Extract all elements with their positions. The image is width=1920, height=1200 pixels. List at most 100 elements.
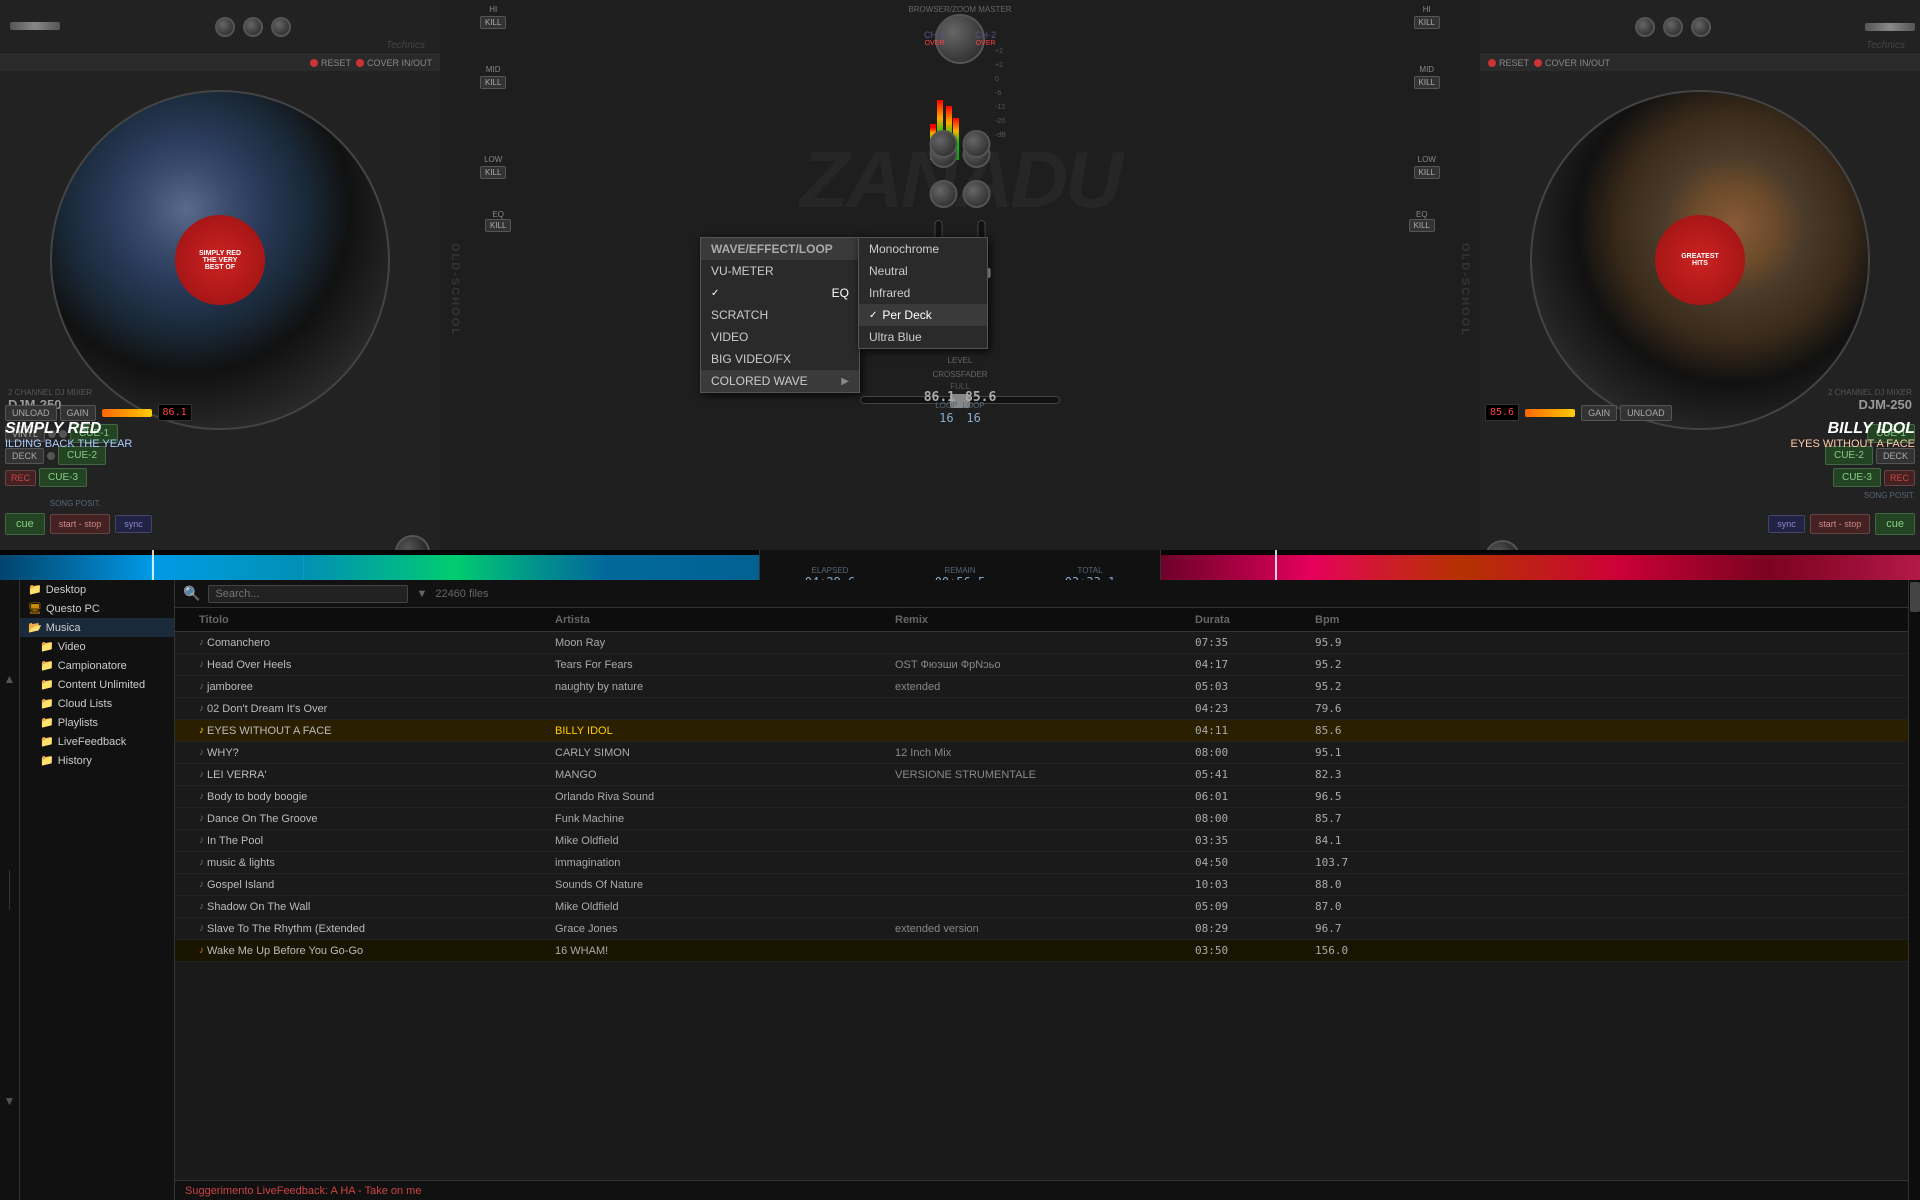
cue3-btn-right[interactable]: CUE-3 — [1833, 468, 1881, 487]
sidebar-item-desktop[interactable]: 📁 Desktop — [20, 580, 174, 599]
search-input[interactable] — [208, 585, 408, 603]
gain-btn-left[interactable]: GAIN — [60, 405, 96, 421]
table-row[interactable]: ♪Shadow On The Wall Mike Oldfield 05:09 … — [175, 896, 1908, 918]
knob-left-2[interactable] — [243, 17, 263, 37]
elapsed-label-center: ELAPSED — [805, 566, 856, 575]
per-deck-checkmark: ✓ — [869, 310, 877, 321]
sidebar-item-questo-pc[interactable]: 🖥 Questo PC — [20, 599, 174, 618]
context-menu-eq[interactable]: ✓ EQ — [701, 282, 859, 304]
rec-btn-right[interactable]: REC — [1884, 470, 1915, 486]
sidebar-item-video[interactable]: 📁 Video — [20, 637, 174, 656]
knob-right-2[interactable] — [1663, 17, 1683, 37]
context-menu-vu-meter[interactable]: VU-METER — [701, 260, 859, 282]
right-pitch-slider[interactable] — [1865, 23, 1915, 31]
folder-icon-campionatore: 📁 — [40, 659, 54, 672]
submenu-per-deck[interactable]: ✓ Per Deck — [859, 304, 987, 326]
context-menu: WAVE/EFFECT/LOOP VU-METER ✓ EQ SCRATCH V… — [700, 237, 860, 393]
loop-val-left: 16 — [935, 411, 957, 425]
start-stop-btn-right[interactable]: start - stop — [1810, 514, 1871, 534]
low-eq-left[interactable] — [930, 180, 958, 208]
sidebar-item-livefeedback[interactable]: 📁 LiveFeedback — [20, 732, 174, 751]
browser-zoom-label: BROWSER/ZOOM MASTER — [900, 5, 1020, 14]
context-menu-header: WAVE/EFFECT/LOOP — [701, 238, 859, 260]
nav-down-arrow[interactable]: ▼ — [4, 1094, 16, 1108]
table-body: ♪Comanchero Moon Ray 07:35 95.9 ♪Head Ov… — [175, 632, 1908, 1180]
context-menu-scratch[interactable]: SCRATCH — [701, 304, 859, 326]
loop-val-right: 16 — [963, 411, 985, 425]
table-row-highlighted[interactable]: ♪Wake Me Up Before You Go-Go 16 WHAM! 03… — [175, 940, 1908, 962]
track-remix-3: extended — [895, 681, 1195, 693]
sidebar-item-campionatore[interactable]: 📁 Campionatore — [20, 656, 174, 675]
sync-btn-left[interactable]: sync — [115, 515, 152, 533]
sidebar-item-musica[interactable]: 📂 Musica — [20, 618, 174, 637]
table-row[interactable]: ♪In The Pool Mike Oldfield 03:35 84.1 — [175, 830, 1908, 852]
mid-eq-right[interactable] — [963, 130, 991, 158]
kill-low-left[interactable]: KILL — [480, 166, 506, 179]
folder-icon-history: 📁 — [40, 754, 54, 767]
submenu-neutral[interactable]: Neutral — [859, 260, 987, 282]
sidebar-item-cloud-lists[interactable]: 📁 Cloud Lists — [20, 694, 174, 713]
col-header-duration[interactable]: Durata — [1195, 614, 1315, 626]
col-header-bpm[interactable]: Bpm — [1315, 614, 1415, 626]
table-row[interactable]: ♪jamboree naughty by nature extended 05:… — [175, 676, 1908, 698]
folder-icon-content: 📁 — [40, 678, 54, 691]
sidebar-item-history[interactable]: 📁 History — [20, 751, 174, 770]
cue-main-btn-right[interactable]: cue — [1875, 513, 1915, 535]
table-row[interactable]: ♪Body to body boogie Orlando Riva Sound … — [175, 786, 1908, 808]
table-row-playing[interactable]: ♪EYES WITHOUT A FACE BILLY IDOL 04:11 85… — [175, 720, 1908, 742]
sidebar-item-content-unlimited[interactable]: 📁 Content Unlimited — [20, 675, 174, 694]
context-menu-video[interactable]: VIDEO — [701, 326, 859, 348]
cue3-btn-left[interactable]: CUE-3 — [39, 468, 87, 487]
scrollbar-right[interactable] — [1908, 580, 1920, 1200]
table-row[interactable]: ♪Comanchero Moon Ray 07:35 95.9 — [175, 632, 1908, 654]
col-header-title[interactable]: Titolo — [175, 614, 555, 626]
table-row[interactable]: ♪music & lights immagination 04:50 103.7 — [175, 852, 1908, 874]
knob-left-1[interactable] — [215, 17, 235, 37]
table-row[interactable]: ♪Slave To The Rhythm (Extended Grace Jon… — [175, 918, 1908, 940]
kill-mid-left[interactable]: KILL — [480, 76, 506, 89]
table-row[interactable]: ♪Dance On The Groove Funk Machine 08:00 … — [175, 808, 1908, 830]
col-header-remix[interactable]: Remix — [895, 614, 1195, 626]
vinyl-right[interactable]: GREATESTHITS — [1530, 90, 1870, 430]
kill-mid-right[interactable]: KILL — [1414, 76, 1440, 89]
table-row[interactable]: ♪02 Don't Dream It's Over 04:23 79.6 — [175, 698, 1908, 720]
rec-btn-left[interactable]: REC — [5, 470, 36, 486]
track-remix-2: OST Фюэши ФрNɔьо — [895, 659, 1195, 671]
knob-left-3[interactable] — [271, 17, 291, 37]
start-stop-btn-left[interactable]: start - stop — [50, 514, 111, 534]
kill-eq-right[interactable]: KILL — [1409, 219, 1435, 232]
kill-hi-left[interactable]: KILL — [480, 16, 506, 29]
submenu-monochrome[interactable]: Monochrome — [859, 238, 987, 260]
bpm-display-right: 85.6 — [1485, 404, 1519, 421]
submenu: Monochrome Neutral Infrared ✓ Per Deck U… — [858, 237, 988, 349]
table-row[interactable]: ♪Head Over Heels Tears For Fears OST Фюэ… — [175, 654, 1908, 676]
unload-btn-right[interactable]: UNLOAD — [1620, 405, 1672, 421]
cue-main-btn-left[interactable]: cue — [5, 513, 45, 535]
col-header-artist[interactable]: Artista — [555, 614, 895, 626]
track-bpm-9: 85.7 — [1315, 812, 1415, 825]
kill-low-right[interactable]: KILL — [1414, 166, 1440, 179]
track-bpm-5: 85.6 — [1315, 724, 1415, 737]
mid-eq-left[interactable] — [930, 130, 958, 158]
track-bpm-6: 95.1 — [1315, 746, 1415, 759]
knob-right-3[interactable] — [1691, 17, 1711, 37]
reset-label-right: RESET — [1499, 58, 1529, 68]
low-eq-right[interactable] — [963, 180, 991, 208]
table-row[interactable]: ♪WHY? CARLY SIMON 12 Inch Mix 08:00 95.1 — [175, 742, 1908, 764]
nav-up-arrow[interactable]: ▲ — [4, 672, 16, 686]
kill-eq-left[interactable]: KILL — [485, 219, 511, 232]
unload-btn-left[interactable]: UNLOAD — [5, 405, 57, 421]
vinyl-left[interactable]: SIMPLY REDTHE VERYBEST OF — [50, 90, 390, 430]
low-label-left: LOW — [484, 155, 502, 164]
sync-btn-right[interactable]: sync — [1768, 515, 1805, 533]
sidebar-item-playlists[interactable]: 📁 Playlists — [20, 713, 174, 732]
submenu-infrared[interactable]: Infrared — [859, 282, 987, 304]
gain-btn-right[interactable]: GAIN — [1581, 405, 1617, 421]
kill-hi-right[interactable]: KILL — [1414, 16, 1440, 29]
context-menu-colored-wave[interactable]: COLORED WAVE ▶ — [701, 370, 859, 392]
knob-right-1[interactable] — [1635, 17, 1655, 37]
context-menu-big-video[interactable]: BIG VIDEO/FX — [701, 348, 859, 370]
table-row[interactable]: ♪Gospel Island Sounds Of Nature 10:03 88… — [175, 874, 1908, 896]
table-row[interactable]: ♪LEI VERRA' MANGO VERSIONE STRUMENTALE 0… — [175, 764, 1908, 786]
submenu-ultra-blue[interactable]: Ultra Blue — [859, 326, 987, 348]
